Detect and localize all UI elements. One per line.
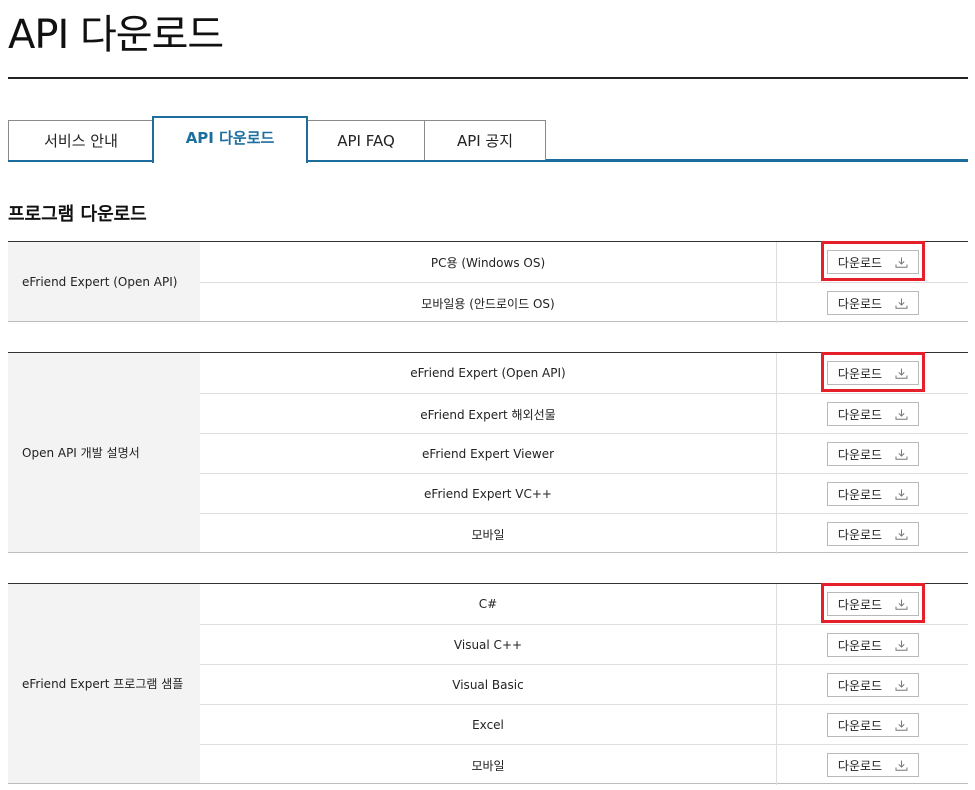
download-button-label: 다운로드 <box>837 447 883 462</box>
download-group: Open API 개발 설명서 eFriend Expert (Open API)… <box>8 352 968 554</box>
download-button-label: 다운로드 <box>837 487 883 502</box>
download-button-label: 다운로드 <box>837 597 883 612</box>
row-name: Visual Basic <box>452 678 524 692</box>
group-rows: C# 다운로드 Visual C++ 다운로드 Visual Basic 다운로드 Exce… <box>200 583 968 785</box>
download-icon <box>895 720 908 731</box>
download-icon <box>895 409 908 420</box>
row-name: Visual C++ <box>453 638 523 652</box>
download-cell: 다운로드 <box>776 241 968 282</box>
row-name: eFriend Expert (Open API) <box>410 366 566 380</box>
tab-api-notice[interactable]: API 공지 <box>424 120 546 160</box>
download-button-label: 다운로드 <box>837 758 883 773</box>
table-row: Excel 다운로드 <box>200 704 968 745</box>
download-icon <box>895 368 908 379</box>
table-row: Visual Basic 다운로드 <box>200 664 968 705</box>
download-cell: 다운로드 <box>776 705 968 745</box>
table-row: 모바일용 (안드로이드 OS) 다운로드 <box>200 282 968 323</box>
download-button-label: 다운로드 <box>837 718 883 733</box>
download-button[interactable]: 다운로드 <box>827 753 919 777</box>
download-button[interactable]: 다운로드 <box>827 522 919 546</box>
download-button-label: 다운로드 <box>837 407 883 422</box>
download-cell: 다운로드 <box>776 665 968 705</box>
download-button[interactable]: 다운로드 <box>827 291 919 315</box>
download-button[interactable]: 다운로드 <box>827 592 919 616</box>
table-row: PC용 (Windows OS) 다운로드 <box>200 241 968 282</box>
download-icon <box>895 680 908 691</box>
download-cell: 다운로드 <box>776 474 968 514</box>
group-rows: PC용 (Windows OS) 다운로드 모바일용 (안드로이드 OS) 다운로드 <box>200 241 968 323</box>
tab-bar: 서비스 안내 API 다운로드 API FAQ API 공지 <box>8 116 968 163</box>
download-icon <box>895 257 908 268</box>
download-icon <box>895 640 908 651</box>
row-name: Excel <box>472 718 504 732</box>
table-row: eFriend Expert VC++ 다운로드 <box>200 473 968 514</box>
download-button-label: 다운로드 <box>837 678 883 693</box>
download-icon <box>895 449 908 460</box>
row-name: 모바일 <box>471 758 505 773</box>
download-icon <box>895 760 908 771</box>
table-row: 모바일 다운로드 <box>200 744 968 785</box>
group-rows: eFriend Expert (Open API) 다운로드 eFriend Exp… <box>200 352 968 554</box>
section-title: 프로그램 다운로드 <box>8 204 147 225</box>
download-cell: 다운로드 <box>776 434 968 474</box>
row-name: eFriend Expert VC++ <box>424 487 552 501</box>
download-cell: 다운로드 <box>776 583 968 624</box>
download-cell: 다운로드 <box>776 745 968 785</box>
download-button-label: 다운로드 <box>837 527 883 542</box>
group-label: Open API 개발 설명서 <box>8 353 200 552</box>
download-icon <box>895 529 908 540</box>
download-button-label: 다운로드 <box>837 255 883 270</box>
download-cell: 다운로드 <box>776 352 968 393</box>
row-name: 모바일용 (안드로이드 OS) <box>421 296 555 311</box>
download-button[interactable]: 다운로드 <box>827 402 919 426</box>
row-name: eFriend Expert 해외선물 <box>420 407 556 422</box>
table-row: Visual C++ 다운로드 <box>200 624 968 665</box>
download-group: eFriend Expert (Open API) PC용 (Windows OS… <box>8 241 968 323</box>
download-button[interactable]: 다운로드 <box>827 482 919 506</box>
download-cell: 다운로드 <box>776 394 968 434</box>
tab-api-download[interactable]: API 다운로드 <box>152 116 308 163</box>
table-row: C# 다운로드 <box>200 583 968 624</box>
table-row: eFriend Expert Viewer 다운로드 <box>200 433 968 474</box>
download-group: eFriend Expert 프로그램 샘플 C# 다운로드 Visual C++ 다운… <box>8 583 968 785</box>
tab-api-faq[interactable]: API FAQ <box>306 120 426 160</box>
table-row: eFriend Expert 해외선물 다운로드 <box>200 393 968 434</box>
title-divider <box>8 77 968 79</box>
table-row: eFriend Expert (Open API) 다운로드 <box>200 352 968 393</box>
download-button[interactable]: 다운로드 <box>827 673 919 697</box>
group-label: eFriend Expert 프로그램 샘플 <box>8 584 200 783</box>
tab-service-info[interactable]: 서비스 안내 <box>8 120 154 160</box>
download-button[interactable]: 다운로드 <box>827 361 919 385</box>
download-button-label: 다운로드 <box>837 638 883 653</box>
download-icon <box>895 489 908 500</box>
download-cell: 다운로드 <box>776 514 968 554</box>
row-name: eFriend Expert Viewer <box>421 447 555 461</box>
download-button[interactable]: 다운로드 <box>827 633 919 657</box>
download-icon <box>895 298 908 309</box>
row-name: C# <box>478 597 498 611</box>
download-cell: 다운로드 <box>776 283 968 323</box>
download-button[interactable]: 다운로드 <box>827 250 919 274</box>
row-name: 모바일 <box>471 527 505 542</box>
download-button[interactable]: 다운로드 <box>827 442 919 466</box>
download-icon <box>895 599 908 610</box>
download-button-label: 다운로드 <box>837 366 883 381</box>
download-cell: 다운로드 <box>776 625 968 665</box>
row-name: PC용 (Windows OS) <box>430 255 546 270</box>
table-row: 모바일 다운로드 <box>200 513 968 554</box>
group-label: eFriend Expert (Open API) <box>8 242 200 321</box>
download-button[interactable]: 다운로드 <box>827 713 919 737</box>
download-button-label: 다운로드 <box>837 296 883 311</box>
page-title: API 다운로드 <box>8 12 224 58</box>
